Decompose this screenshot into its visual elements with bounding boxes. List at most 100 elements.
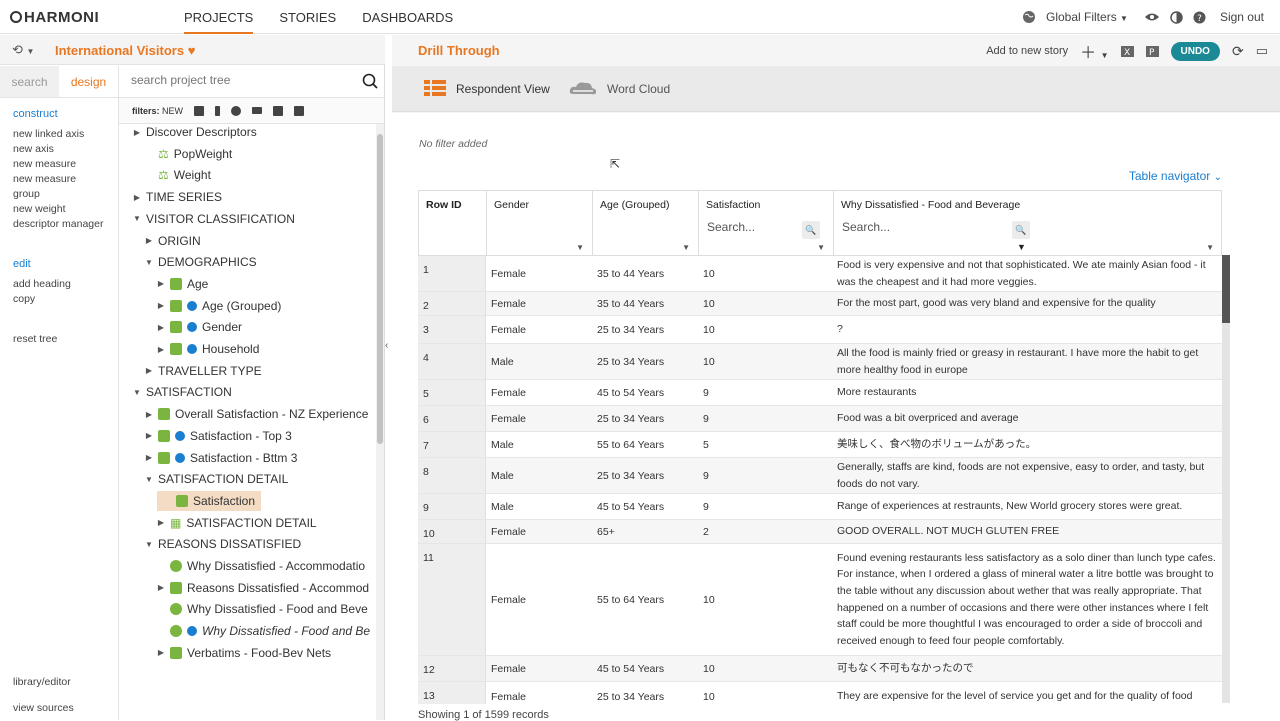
copy-link[interactable]: copy [13,292,105,307]
tree-node[interactable]: Why Dissatisfied - Food and Be [157,621,370,641]
history-icon[interactable]: ⟲ ▼ [12,42,34,58]
table-row[interactable]: 4 Male 25 to 34 Years 10 All the food is mai… [418,344,1222,380]
nav-dashboards[interactable]: DASHBOARDS [362,0,453,34]
expand-arrow-icon[interactable]: ▶ [145,410,153,419]
tab-respondent-view[interactable]: Respondent View [424,66,550,112]
grid-filter-icon[interactable] [194,105,205,116]
expand-arrow-icon[interactable]: ▶ [157,345,165,354]
tree-node[interactable]: ▶ ▦ SATISFACTION DETAIL [157,513,317,533]
satisfaction-search-input[interactable]: Search... [707,220,755,234]
excel-icon[interactable]: X [1120,45,1134,58]
bar-filter-icon[interactable] [215,105,221,116]
table-scroll-thumb[interactable] [1222,255,1230,323]
search-icon[interactable] [362,73,378,89]
table-row[interactable]: 2 Female 35 to 44 Years 10 For the most part… [418,292,1222,316]
powerpoint-icon[interactable]: P [1145,45,1159,58]
tree-scrollbar[interactable] [376,124,384,720]
tree-node[interactable]: ▶ Household [157,339,259,359]
globe-icon[interactable] [1022,10,1036,24]
tree-node[interactable]: ▶ Satisfaction - Top 3 [145,426,292,446]
collapse-arrow-icon[interactable]: ▼ [145,540,153,549]
comment-icon[interactable]: ▭ [1256,43,1268,59]
tree-node[interactable]: ▶ TIME SERIES [133,187,222,207]
add-to-story-label[interactable]: Add to new story [986,45,1068,57]
col-header-row-id[interactable]: Row ID [419,191,487,255]
expand-arrow-icon[interactable]: ▶ [133,128,141,137]
library-editor-link[interactable]: library/editor [13,676,71,688]
nav-projects[interactable]: PROJECTS [184,0,254,34]
expand-arrow-icon[interactable]: ▶ [157,648,165,657]
project-title[interactable]: International Visitors ♥ [55,43,195,58]
table-row[interactable]: 6 Female 25 to 34 Years 9 Food was a bit ove… [418,406,1222,432]
collapse-arrow-icon[interactable]: ▼ [133,214,141,223]
expand-arrow-icon[interactable]: ▶ [145,431,153,440]
new-measure-link[interactable]: new measure [13,157,105,172]
table-row[interactable]: 7 Male 55 to 64 Years 5 美味しく、食べ物のボリュームがあった。 [418,432,1222,458]
tree-node[interactable]: Satisfaction [157,490,262,511]
expand-arrow-icon[interactable]: ▶ [157,583,165,592]
tree-node[interactable]: ▶ Satisfaction - Bttm 3 [145,448,297,468]
global-filters-button[interactable]: Global Filters ▼ [1046,10,1128,24]
undo-button[interactable]: UNDO [1170,41,1220,61]
reset-tree-link[interactable]: reset tree [13,332,105,347]
tree-node[interactable]: ▼ DEMOGRAPHICS [145,252,257,272]
tree-scroll-thumb[interactable] [377,134,383,444]
expand-arrow-icon[interactable]: ▶ [145,366,153,375]
table-row[interactable]: 13 Female 25 to 34 Years 10 They are expensi… [418,682,1222,704]
table-row[interactable]: 1 Female 35 to 44 Years 10 Food is very expe… [418,256,1222,292]
new-linked-axis-link[interactable]: new linked axis [13,127,105,142]
tree-node[interactable]: ⚖ PopWeight [145,144,232,164]
collapse-arrow-icon[interactable]: ▼ [145,258,153,267]
nav-stories[interactable]: STORIES [279,0,336,34]
descriptor-manager-link[interactable]: descriptor manager [13,217,105,232]
search-icon[interactable]: 🔍 [1012,221,1030,239]
tree-node[interactable]: ▶ Gender [157,317,242,337]
tree-node[interactable]: ▶ Reasons Dissatisfied - Accommod [157,578,369,598]
tab-design[interactable]: design [59,66,118,97]
new-axis-link[interactable]: new axis [13,142,105,157]
collapse-panel-icon[interactable]: ‹ [385,340,388,351]
why-search-input[interactable]: Search... [842,220,890,234]
tree-search-input[interactable] [131,73,346,87]
tree-node[interactable]: ▶ Verbatims - Food-Bev Nets [157,643,331,663]
tree-node[interactable]: ▶ ORIGIN [145,231,201,251]
col-header-age[interactable]: Age (Grouped) ▼ [593,191,699,255]
folder-filter-icon[interactable] [273,105,284,116]
tree-node[interactable]: ⚖ Weight [145,165,211,185]
tree-node[interactable]: ▶ Age (Grouped) [157,296,281,316]
app-logo[interactable]: HARMONI [10,9,99,26]
tree-node[interactable]: ▶ Discover Descriptors [133,124,257,142]
expand-arrow-icon[interactable]: ▶ [157,323,165,332]
tab-search[interactable]: search [0,66,59,97]
sort-dropdown-icon[interactable]: ▼ [576,243,584,252]
tree-node[interactable]: Why Dissatisfied - Accommodatio [157,556,365,576]
col-header-gender[interactable]: Gender ▼ [487,191,593,255]
table-row[interactable]: 9 Male 45 to 54 Years 9 Range of experiences… [418,494,1222,520]
table-navigator-toggle[interactable]: Table navigator ⌄ [1129,169,1222,183]
eye-icon[interactable] [1144,11,1160,23]
pin-filter-icon[interactable] [231,105,242,116]
collapse-arrow-icon[interactable]: ▼ [133,388,141,397]
table-row[interactable]: 10 Female 65+ 2 GOOD OVERALL. NOT MUCH GLUTE… [418,520,1222,544]
sort-dropdown-icon[interactable]: ▼ [817,243,825,252]
expand-arrow-icon[interactable]: ▶ [145,453,153,462]
expand-arrow-icon[interactable]: ▶ [145,236,153,245]
refresh-icon[interactable]: ⟳ [1232,43,1244,60]
tree-node[interactable]: ▼ SATISFACTION [133,382,232,402]
tree-node[interactable]: ▼ SATISFACTION DETAIL [145,469,288,489]
add-icon[interactable]: ＋ ▼ [1080,39,1108,63]
new-measure-group-link[interactable]: new measure group [13,172,105,202]
filter-new[interactable]: NEW [162,106,183,116]
table-scrollbar[interactable] [1222,255,1230,703]
sort-dropdown-icon[interactable]: ▼ [682,243,690,252]
table-row[interactable]: 11 Female 55 to 64 Years 10 Found evening re… [418,544,1222,656]
add-heading-link[interactable]: add heading [13,277,105,292]
col-header-satisfaction[interactable]: Satisfaction Search... 🔍 ▼ [699,191,834,255]
chat-filter-icon[interactable] [294,105,305,116]
sign-out-link[interactable]: Sign out [1220,10,1264,24]
expand-arrow-icon[interactable]: ▶ [157,301,165,310]
expand-arrow-icon[interactable]: ▶ [157,279,165,288]
expand-arrow-icon[interactable]: ▶ [133,193,141,202]
tree-node[interactable]: ▶ TRAVELLER TYPE [145,361,262,381]
edit-heading[interactable]: edit [13,258,105,270]
